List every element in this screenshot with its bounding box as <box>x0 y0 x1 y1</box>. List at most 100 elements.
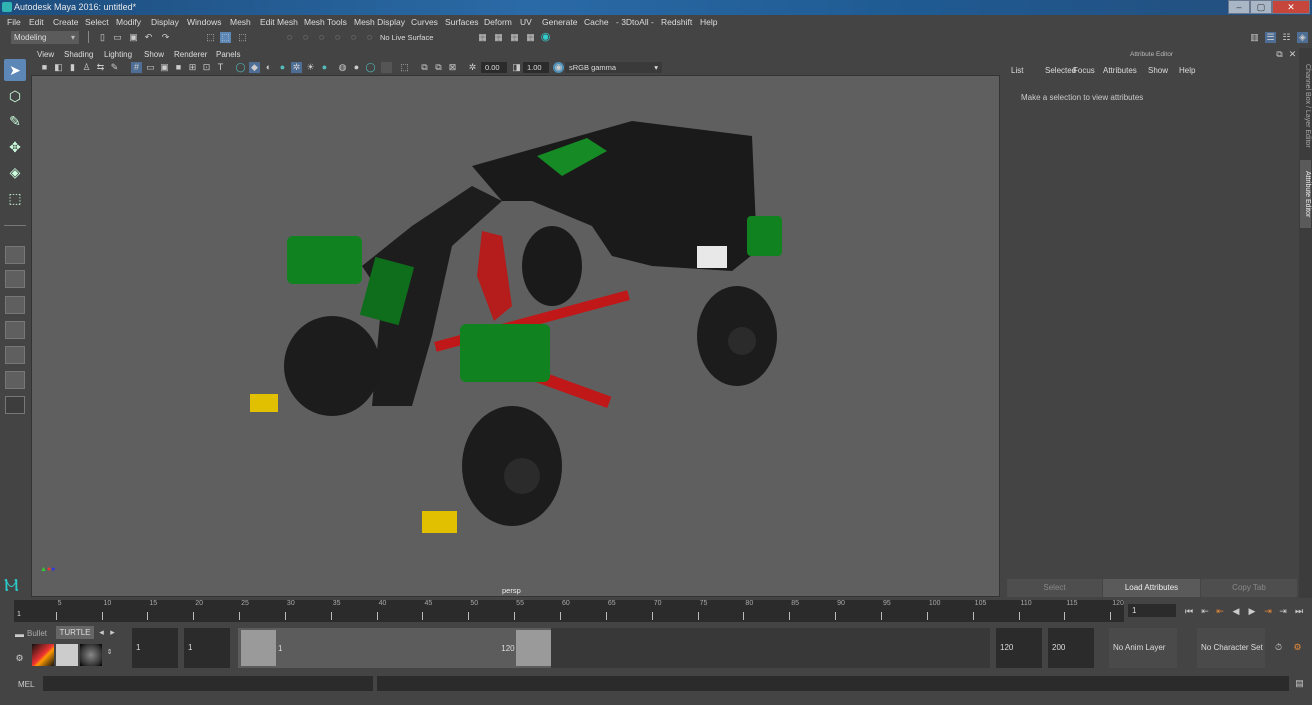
rotate-tool-icon[interactable]: ◈ <box>4 161 26 183</box>
ae-menu-selected[interactable]: Selected <box>1045 66 1076 75</box>
viewport-menu-shading[interactable]: Shading <box>64 50 93 59</box>
ae-load-attributes-button[interactable]: Load Attributes <box>1103 579 1200 597</box>
go-to-end-icon[interactable]: ⏭ <box>1292 604 1306 618</box>
attribute-editor-toggle-icon[interactable]: ☰ <box>1265 32 1276 43</box>
snap-point-icon[interactable]: ◌ <box>316 32 327 43</box>
move-tool-icon[interactable]: ✥ <box>4 136 26 158</box>
close-button[interactable]: ✕ <box>1272 0 1310 14</box>
wireframe-icon[interactable]: ◯ <box>235 62 246 73</box>
two-panes-stacked-layout-icon[interactable] <box>5 321 25 339</box>
shelf-tab-bullet[interactable]: Bullet <box>27 629 47 638</box>
save-scene-icon[interactable]: ▣ <box>128 32 139 43</box>
xray-icon[interactable]: ⬚ <box>399 62 410 73</box>
menu-file[interactable]: File <box>7 17 21 27</box>
textured-icon[interactable]: ● <box>277 62 288 73</box>
snap-surface-icon[interactable]: ◌ <box>348 32 359 43</box>
new-scene-icon[interactable]: ▯ <box>97 32 108 43</box>
isolate-select-icon[interactable] <box>381 62 392 73</box>
color-space-dropdown[interactable]: sRGB gamma ▾ <box>565 62 662 73</box>
viewport-persp[interactable]: ▲●● persp <box>31 75 1000 597</box>
current-frame-field[interactable]: 1 <box>1128 604 1176 617</box>
ae-menu-attributes[interactable]: Attributes <box>1103 66 1137 75</box>
step-forward-key-icon[interactable]: ⇥ <box>1276 604 1290 618</box>
camera-select-icon[interactable]: ■ <box>39 62 50 73</box>
ae-copy-tab-button[interactable]: Copy Tab <box>1201 579 1297 597</box>
script-editor-icon[interactable]: ▤ <box>1294 678 1305 689</box>
range-slider[interactable]: 1 120 <box>238 628 990 668</box>
shelf-tab-next-icon[interactable]: ▸ <box>107 627 118 638</box>
scene-end-field[interactable]: 200 <box>1048 628 1094 668</box>
menu-select[interactable]: Select <box>85 17 109 27</box>
ae-menu-focus[interactable]: Focus <box>1073 66 1095 75</box>
redo-icon[interactable]: ↷ <box>160 32 171 43</box>
mel-input[interactable] <box>43 676 373 691</box>
select-tool-icon[interactable]: ➤ <box>4 59 26 81</box>
step-forward-frame-icon[interactable]: ⇥ <box>1261 604 1275 618</box>
persp-outliner-layout-icon[interactable] <box>5 346 25 364</box>
render-view-icon[interactable]: ▦ <box>509 32 520 43</box>
camera-attributes-icon[interactable]: ◧ <box>53 62 64 73</box>
ae-menu-list[interactable]: List <box>1011 66 1023 75</box>
render-settings-icon[interactable]: ▦ <box>525 32 536 43</box>
wireframe-on-shaded-icon[interactable]: ◐ <box>263 62 274 73</box>
single-perspective-layout-icon[interactable] <box>5 246 25 264</box>
image-plane-icon[interactable]: ♙ <box>81 62 92 73</box>
shelf-tab-prev-icon[interactable]: ◂ <box>96 627 107 638</box>
viewport-menu-view[interactable]: View <box>37 50 54 59</box>
float-panel-icon[interactable]: ⧉ <box>1274 49 1285 60</box>
step-back-key-icon[interactable]: ⇤ <box>1198 604 1212 618</box>
render-current-icon[interactable]: ▦ <box>477 32 488 43</box>
tool-settings-icon[interactable]: ☷ <box>1281 32 1292 43</box>
turtle-surface-icon[interactable] <box>80 644 102 666</box>
viewport-menu-panels[interactable]: Panels <box>216 50 240 59</box>
channel-box-toggle-icon[interactable]: ◈ <box>1297 32 1308 43</box>
screen-space-ao-icon[interactable]: ● <box>319 62 330 73</box>
two-panes-side-layout-icon[interactable] <box>5 296 25 314</box>
menu-mesh-tools[interactable]: Mesh Tools <box>304 17 347 27</box>
safe-title-icon[interactable]: T <box>215 62 226 73</box>
maximize-button[interactable]: ▢ <box>1250 0 1272 14</box>
time-slider[interactable]: 1 5 10 15 20 25 30 35 40 45 50 55 60 65 70 75 80 85 90 95 1… <box>14 600 1124 622</box>
gate-mask-icon[interactable]: ■ <box>173 62 184 73</box>
tab-attribute-editor[interactable]: Attribute Editor <box>1300 160 1311 228</box>
go-to-start-icon[interactable]: ⏮ <box>1182 604 1196 618</box>
menu-mesh-display[interactable]: Mesh Display <box>354 17 405 27</box>
menu-modify[interactable]: Modify <box>116 17 141 27</box>
exposure-icon[interactable]: ✲ <box>467 62 478 73</box>
select-object-icon[interactable]: ⬚ <box>220 32 231 43</box>
ipr-render-icon[interactable]: ▦ <box>493 32 504 43</box>
shadows-icon[interactable]: ☀ <box>305 62 316 73</box>
safe-action-icon[interactable]: ⊡ <box>201 62 212 73</box>
range-end-handle[interactable] <box>516 630 552 666</box>
turtle-bake-icon[interactable] <box>56 644 78 666</box>
scale-tool-icon[interactable]: ⬚ <box>4 187 26 209</box>
snap-curve-icon[interactable]: ◌ <box>300 32 311 43</box>
select-hierarchy-icon[interactable]: ⬚ <box>205 32 216 43</box>
tab-channel-box[interactable]: Channel Box / Layer Editor <box>1300 56 1311 156</box>
play-forward-icon[interactable]: ▶ <box>1245 604 1259 618</box>
menu-mesh[interactable]: Mesh <box>230 17 251 27</box>
color-management-icon[interactable]: ◉ <box>553 62 564 73</box>
menu-surfaces[interactable]: Surfaces <box>445 17 479 27</box>
multisample-icon[interactable]: ● <box>351 62 362 73</box>
range-start-handle[interactable] <box>241 630 276 666</box>
viewport-menu-show[interactable]: Show <box>144 50 164 59</box>
playback-end-field[interactable]: 120 <box>996 628 1042 668</box>
smooth-shade-icon[interactable]: ◆ <box>249 62 260 73</box>
shelf-tab-turtle[interactable]: TURTLE <box>56 626 94 639</box>
menu-help[interactable]: Help <box>700 17 717 27</box>
backface-icon[interactable]: ⊠ <box>447 62 458 73</box>
paint-select-tool-icon[interactable]: ✎ <box>4 110 26 132</box>
turtle-render-icon[interactable] <box>32 644 54 666</box>
playback-start-field[interactable]: 1 <box>184 628 230 668</box>
ae-menu-help[interactable]: Help <box>1179 66 1195 75</box>
snap-grid-icon[interactable]: ◌ <box>284 32 295 43</box>
select-component-icon[interactable]: ⬚ <box>237 32 248 43</box>
mel-label[interactable]: MEL <box>18 680 34 689</box>
scene-start-field[interactable]: 1 <box>132 628 178 668</box>
menu-edit[interactable]: Edit <box>29 17 44 27</box>
menu-windows[interactable]: Windows <box>187 17 221 27</box>
four-view-layout-icon[interactable] <box>5 270 25 288</box>
anim-layer-dropdown[interactable]: No Anim Layer <box>1109 628 1177 668</box>
menu-deform[interactable]: Deform <box>484 17 512 27</box>
